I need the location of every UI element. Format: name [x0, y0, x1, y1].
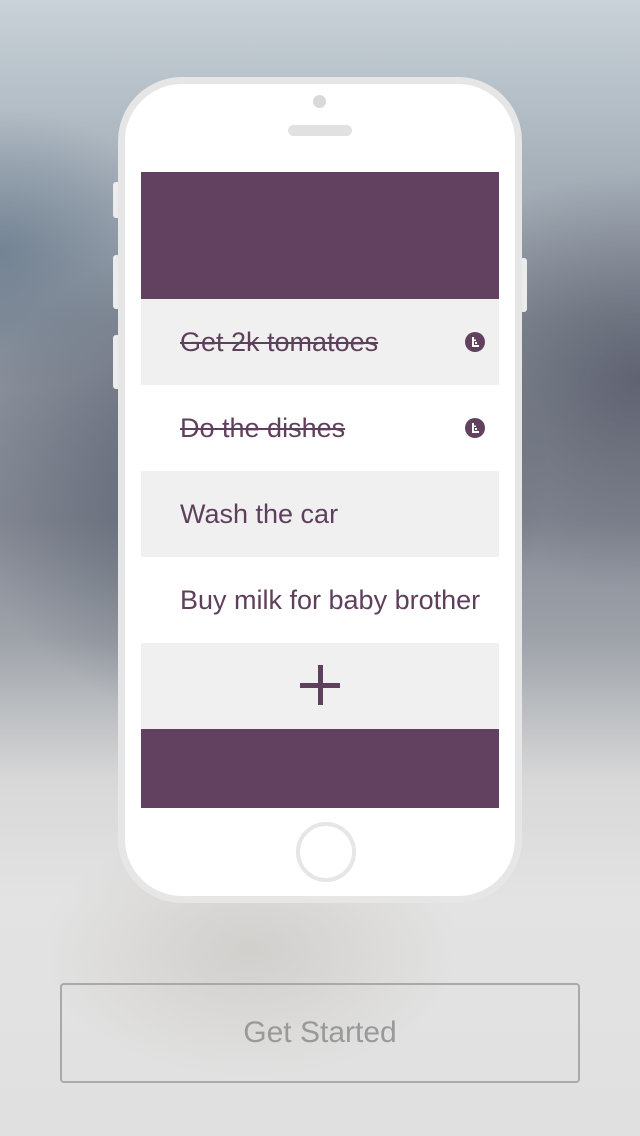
todo-row: Do the dishes	[141, 385, 499, 471]
home-button	[296, 822, 356, 882]
get-started-button[interactable]: Get Started	[60, 983, 580, 1083]
info-icon	[465, 418, 485, 438]
app-footer-bar	[141, 729, 499, 808]
camera-icon	[313, 95, 326, 108]
info-icon	[465, 332, 485, 352]
todo-row: Get 2k tomatoes	[141, 299, 499, 385]
todo-text: Buy milk for baby brother	[180, 585, 481, 615]
add-todo-button	[141, 643, 499, 729]
todo-text: Do the dishes	[180, 413, 346, 443]
todo-row: Wash the car	[141, 471, 499, 557]
todo-text: Get 2k tomatoes	[180, 327, 379, 357]
todo-text: Wash the car	[180, 499, 339, 529]
todo-row: Buy milk for baby brother	[141, 557, 499, 643]
app-header-bar	[141, 172, 499, 299]
speaker-grille	[288, 125, 352, 136]
phone-screen-preview: Get 2k tomatoes Do the dishes Wash the c…	[141, 172, 499, 808]
